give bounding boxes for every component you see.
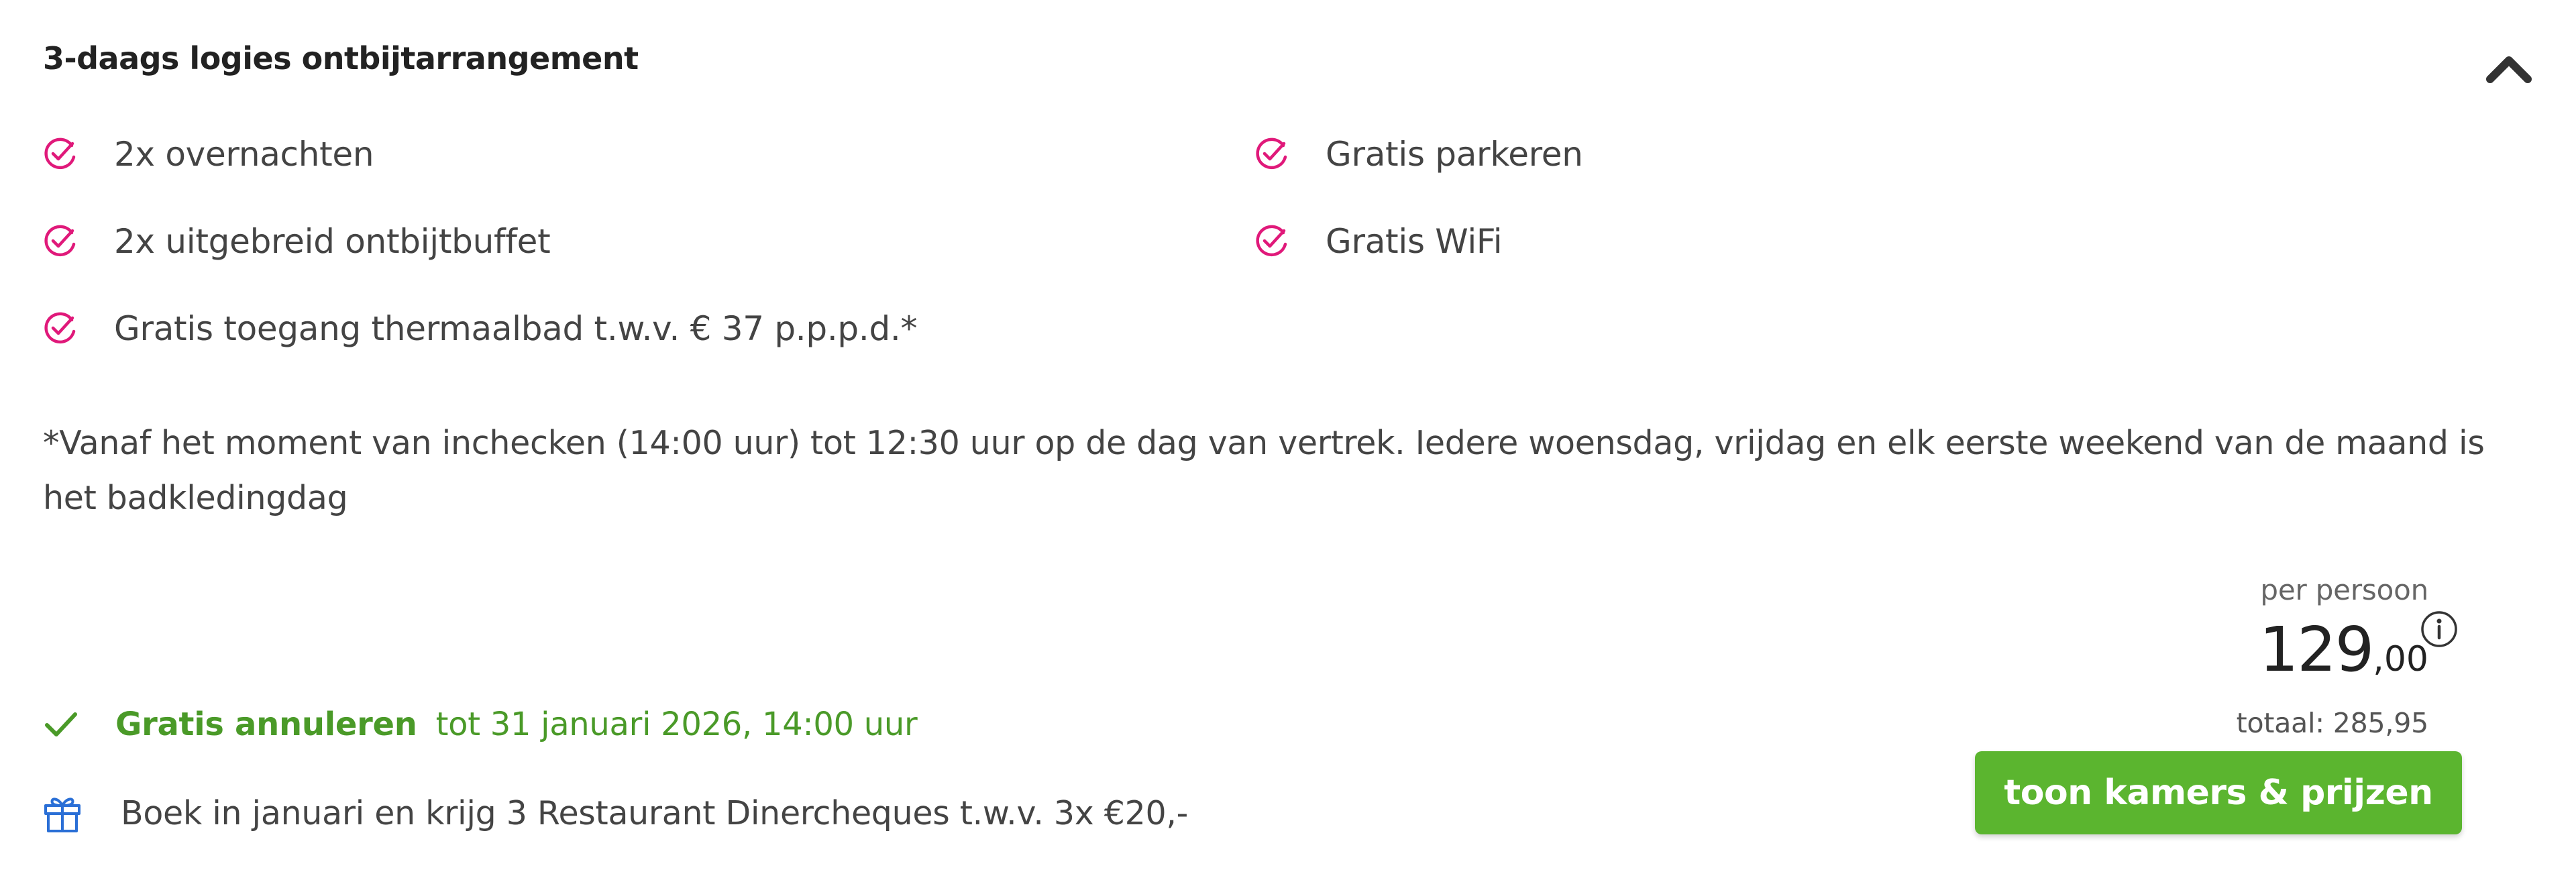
feature-item: 2x uitgebreid ontbijtbuffet bbox=[42, 215, 551, 268]
promo-offer: Boek in januari en krijg 3 Restaurant Di… bbox=[40, 786, 1188, 840]
gift-icon bbox=[44, 798, 80, 832]
total-price: totaal: 285,95 bbox=[2236, 707, 2429, 739]
price-summary: per persoon 129,00 totaal: 285,95 bbox=[2236, 570, 2429, 742]
feature-label: Gratis toegang thermaalbad t.w.v. € 37 p… bbox=[114, 309, 918, 348]
info-icon[interactable] bbox=[2419, 609, 2459, 649]
checkmark-icon bbox=[45, 712, 77, 736]
check-circle-icon bbox=[1256, 138, 1287, 170]
cancellation-label: Gratis annuleren bbox=[115, 706, 417, 743]
show-rooms-prices-button[interactable]: toon kamers & prijzen bbox=[1975, 751, 2462, 834]
promo-text: Boek in januari en krijg 3 Restaurant Di… bbox=[121, 793, 1189, 832]
feature-item: Gratis toegang thermaalbad t.w.v. € 37 p… bbox=[42, 302, 918, 355]
chevron-up-icon[interactable] bbox=[2482, 40, 2536, 94]
check-circle-icon bbox=[1256, 225, 1287, 257]
per-person-label: per persoon bbox=[2260, 573, 2428, 606]
feature-label: 2x overnachten bbox=[114, 135, 374, 174]
feature-item: Gratis parkeren bbox=[1253, 127, 1583, 181]
feature-item: 2x overnachten bbox=[42, 127, 374, 181]
package-title: 3-daags logies ontbijtarrangement bbox=[43, 40, 639, 76]
footnote-text: *Vanaf het moment van inchecken (14:00 u… bbox=[43, 424, 2485, 517]
cancellation-deadline: tot 31 januari 2026, 14:00 uur bbox=[435, 706, 918, 743]
check-circle-icon bbox=[44, 312, 76, 344]
free-cancellation: Gratis annuleren tot 31 januari 2026, 14… bbox=[42, 698, 918, 751]
feature-label: Gratis WiFi bbox=[1326, 222, 1503, 261]
feature-item: Gratis WiFi bbox=[1253, 215, 1503, 268]
feature-label: Gratis parkeren bbox=[1326, 135, 1583, 174]
check-circle-icon bbox=[44, 138, 76, 170]
feature-label: 2x uitgebreid ontbijtbuffet bbox=[114, 222, 551, 261]
price-per-person: 129,00 bbox=[2237, 613, 2428, 704]
price-euros: 129 bbox=[2259, 614, 2375, 685]
check-circle-icon bbox=[44, 225, 76, 257]
